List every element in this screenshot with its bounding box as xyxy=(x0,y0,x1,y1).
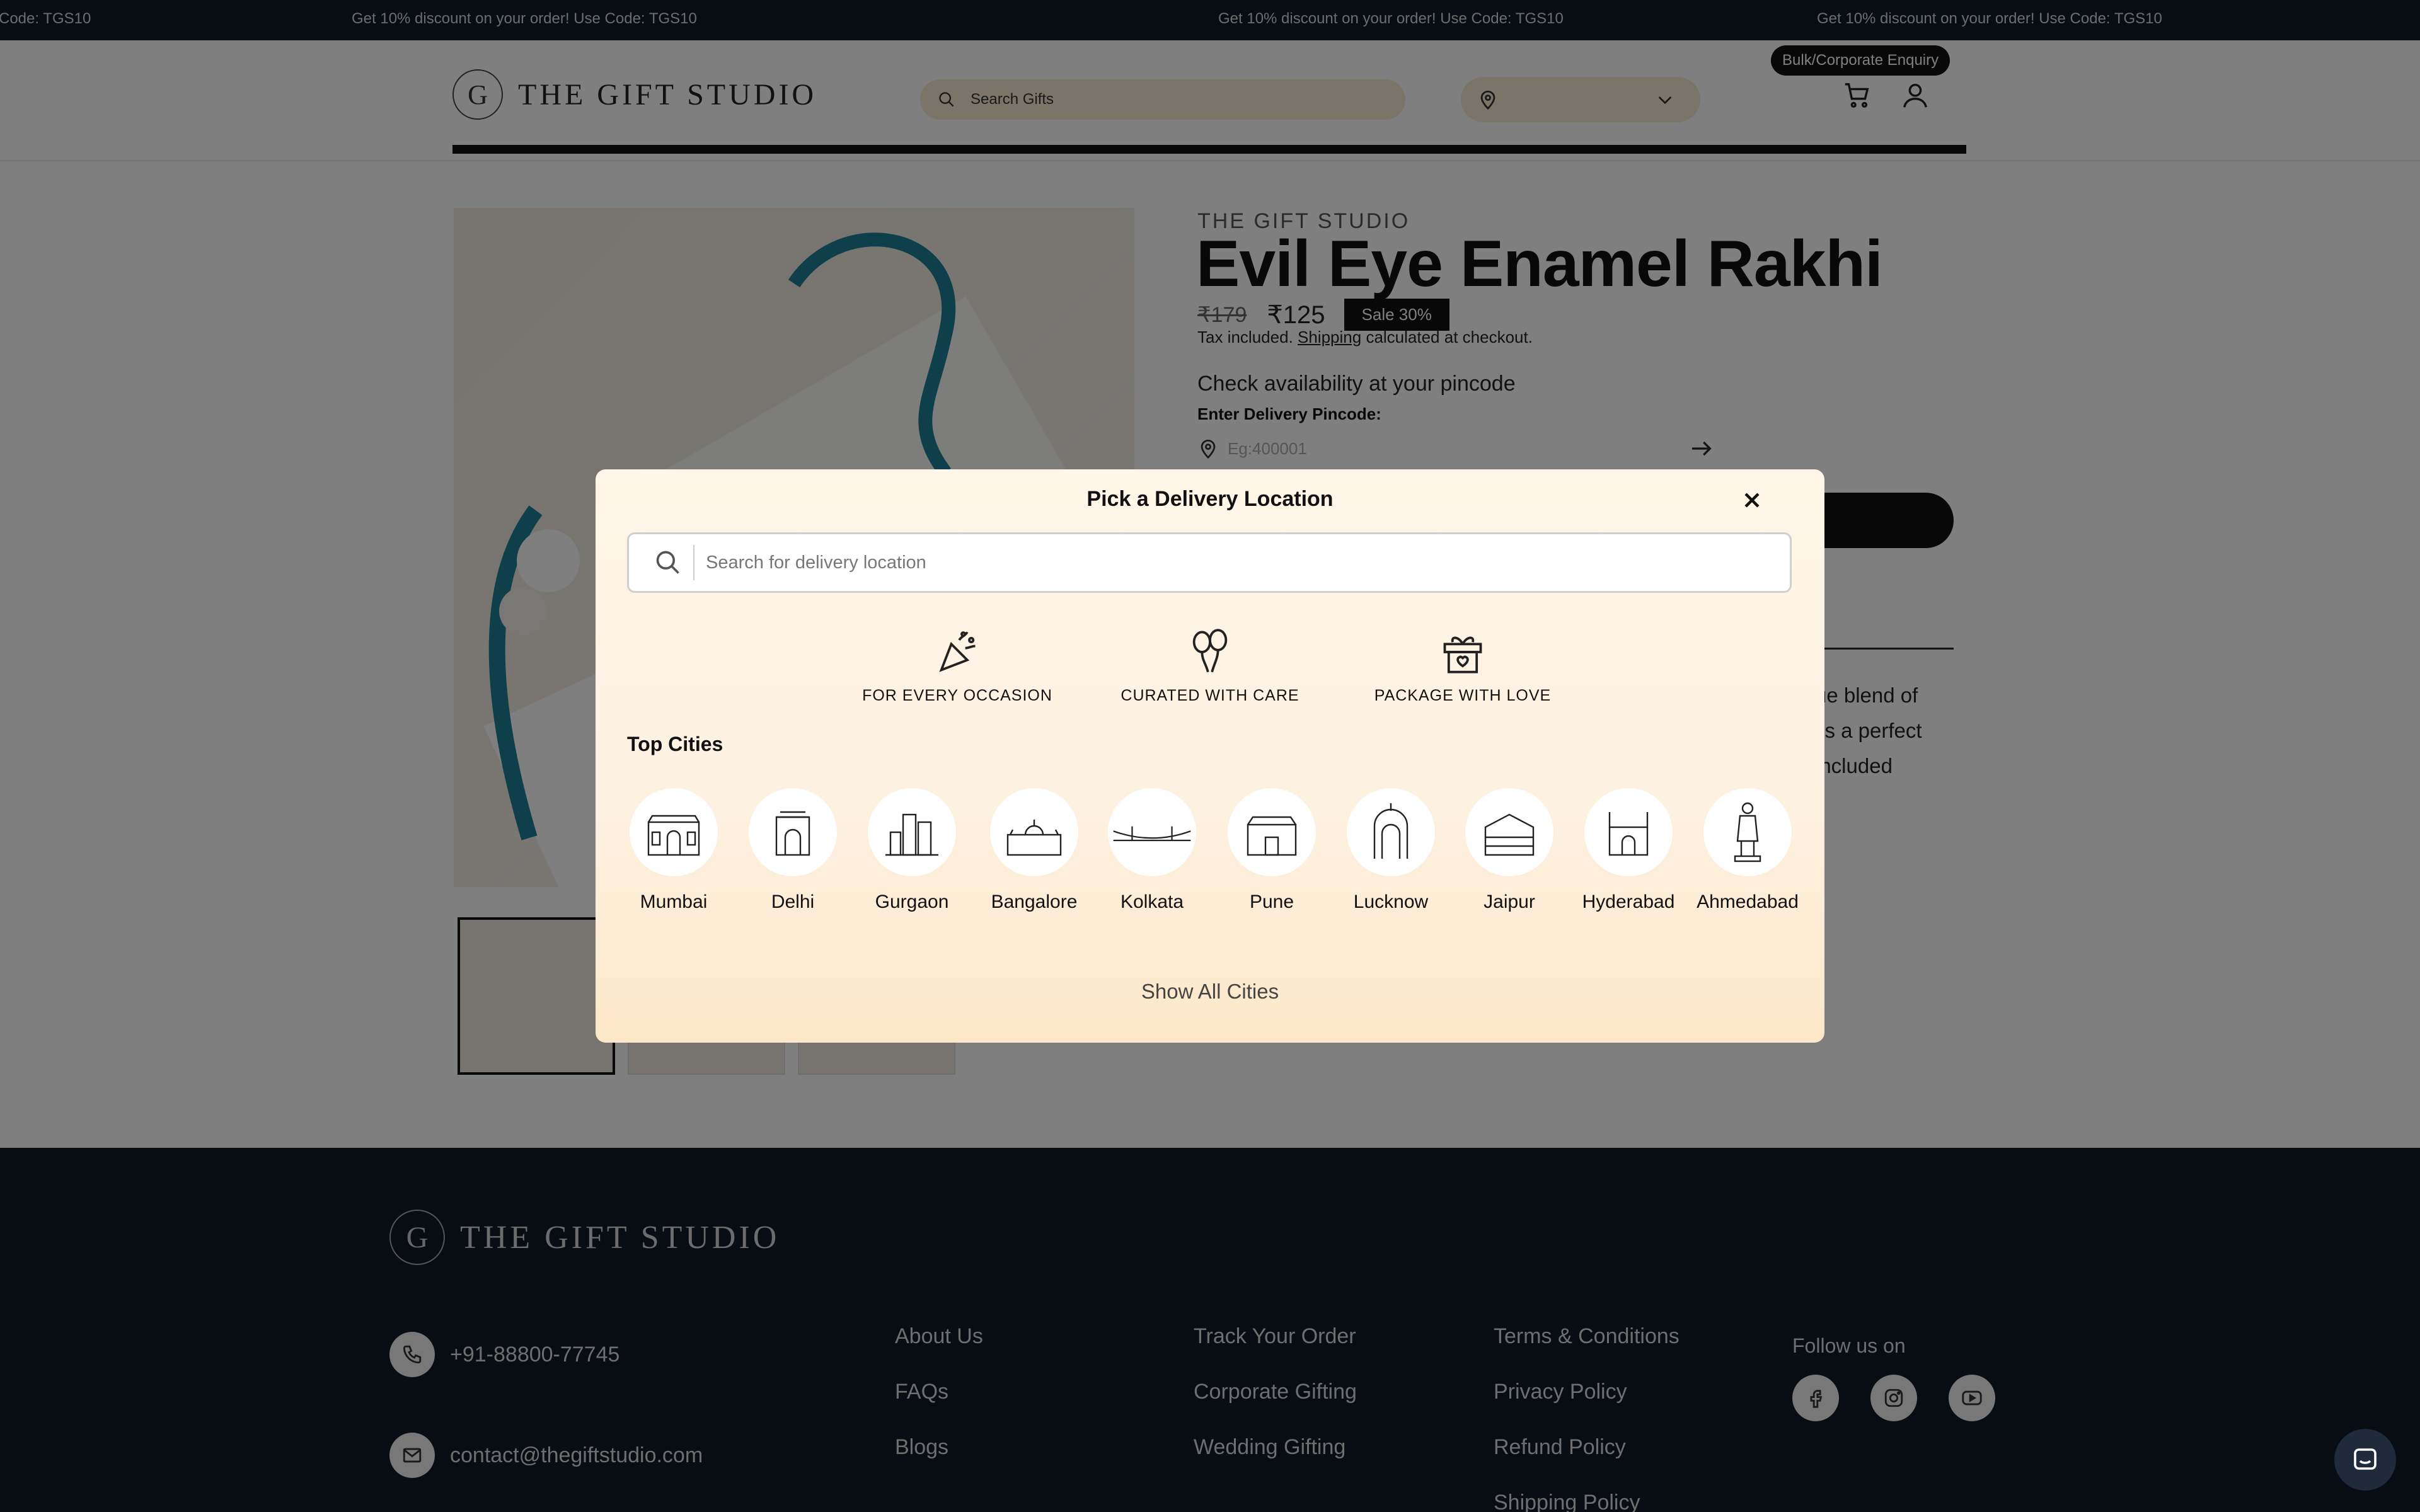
search-icon xyxy=(656,551,679,574)
shaniwar-wada-icon xyxy=(1228,788,1316,876)
city-hyderabad[interactable]: Hyderabad xyxy=(1569,788,1688,913)
city-bangalore[interactable]: Bangalore xyxy=(974,788,1094,913)
hawa-mahal-icon xyxy=(1465,788,1553,876)
modal-title: Pick a Delivery Location xyxy=(1086,487,1334,511)
rumi-darwaza-icon xyxy=(1347,788,1435,876)
city-name: Lucknow xyxy=(1353,891,1429,912)
top-cities-heading: Top Cities xyxy=(627,733,723,755)
feature-label: CURATED WITH CARE xyxy=(1121,687,1299,704)
howrah-bridge-icon xyxy=(1108,788,1196,876)
party-popper-icon xyxy=(939,631,976,672)
city-jaipur[interactable]: Jaipur xyxy=(1449,788,1569,913)
city-mumbai[interactable]: Mumbai xyxy=(614,788,734,913)
skyline-icon xyxy=(868,788,956,876)
city-name: Ahmedabad xyxy=(1697,891,1799,912)
city-name: Kolkata xyxy=(1120,891,1184,912)
city-lucknow[interactable]: Lucknow xyxy=(1331,788,1451,913)
feature-curated: CURATED WITH CARE xyxy=(1097,628,1323,705)
feature-package: PACKAGE WITH LOVE xyxy=(1349,628,1576,705)
chat-icon[interactable] xyxy=(2334,1429,2396,1491)
city-pune[interactable]: Pune xyxy=(1212,788,1332,913)
feature-label: FOR EVERY OCCASION xyxy=(862,687,1052,704)
location-search-input[interactable]: Search for delivery location xyxy=(627,532,1792,593)
delivery-location-modal: Pick a Delivery Location Search for deli… xyxy=(596,469,1824,1043)
show-all-cities-button[interactable]: Show All Cities xyxy=(596,980,1824,1004)
balloons-icon xyxy=(1192,629,1228,673)
search-divider xyxy=(693,545,694,580)
india-gate-icon xyxy=(749,788,837,876)
city-name: Bangalore xyxy=(991,891,1078,912)
city-name: Mumbai xyxy=(640,891,708,912)
feature-label: PACKAGE WITH LOVE xyxy=(1374,687,1552,704)
gateway-of-india-icon xyxy=(630,788,718,876)
close-icon[interactable] xyxy=(1736,484,1768,516)
city-delhi[interactable]: Delhi xyxy=(733,788,853,913)
city-name: Gurgaon xyxy=(875,891,949,912)
city-name: Delhi xyxy=(771,891,815,912)
location-search-placeholder: Search for delivery location xyxy=(706,552,926,573)
city-ahmedabad[interactable]: Ahmedabad xyxy=(1688,788,1807,913)
city-kolkata[interactable]: Kolkata xyxy=(1092,788,1212,913)
feature-occasion: FOR EVERY OCCASION xyxy=(844,628,1071,705)
city-name: Jaipur xyxy=(1484,891,1535,912)
gift-box-icon xyxy=(1443,636,1482,673)
statue-icon xyxy=(1703,788,1792,876)
vidhana-soudha-icon xyxy=(990,788,1078,876)
city-name: Hyderabad xyxy=(1582,891,1675,912)
city-gurgaon[interactable]: Gurgaon xyxy=(852,788,972,913)
city-name: Pune xyxy=(1249,891,1294,912)
charminar-icon xyxy=(1584,788,1673,876)
